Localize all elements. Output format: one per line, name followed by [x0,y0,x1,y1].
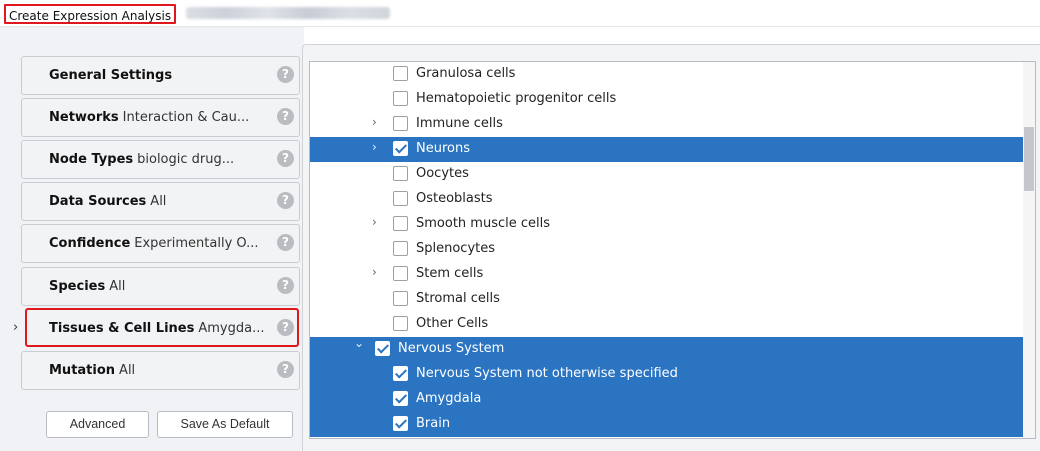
tree-row-label: Nervous System [398,341,505,356]
checkbox-checked[interactable] [393,141,408,156]
help-icon[interactable]: ? [277,234,294,251]
nav-item-summary: Experimentally O... [134,236,259,251]
chevron-right-icon[interactable]: › [372,140,377,154]
checkbox[interactable] [393,66,408,81]
tree-row-label: Amygdala [416,391,482,406]
tree-row[interactable]: Other Cells [310,312,1025,337]
nav-item-summary: biologic drug... [137,152,235,167]
nav-item-general-settings[interactable]: General Settings? [21,56,300,95]
chevron-right-icon[interactable]: › [372,115,377,129]
chevron-right-icon: › [13,320,19,335]
tree-row[interactable]: › Immune cells [310,112,1025,137]
chevron-right-icon[interactable]: › [372,265,377,279]
tree-scrollbar-thumb[interactable] [1024,127,1034,191]
tree-row-label: Hematopoietic progenitor cells [416,91,617,106]
nav-item-title: Confidence [49,236,131,251]
tree-row[interactable]: › Smooth muscle cells [310,212,1025,237]
chevron-right-icon[interactable]: › [372,215,377,229]
tree-row[interactable]: ⌄ Nervous System [310,336,1025,362]
tree-row-label: Other Cells [416,316,489,331]
help-icon[interactable]: ? [277,192,294,209]
tree-row-label: Brain [416,416,451,431]
tree-row[interactable]: › Stem cells [310,262,1025,287]
checkbox[interactable] [393,216,408,231]
checkbox[interactable] [393,91,408,106]
tree-row[interactable]: Stromal cells [310,287,1025,312]
tree-row-label: Granulosa cells [416,66,516,81]
tree-row-label: Neurons [416,141,470,156]
nav-item-label: Networks Interaction & Cau... [49,110,279,125]
checkbox[interactable] [393,291,408,306]
nav-item-title: Networks [49,110,119,125]
nav-item-label: Data Sources All [49,194,279,209]
tree-row-label: Splenocytes [416,241,496,256]
tree-row-label: Oocytes [416,166,469,181]
checkbox-checked[interactable] [393,391,408,406]
nav-item-summary: All [150,194,167,209]
tree-row-label: Stem cells [416,266,484,281]
tree-row[interactable]: Hematopoietic progenitor cells [310,87,1025,112]
checkbox[interactable] [393,166,408,181]
nav-item-title: Node Types [49,152,134,167]
tree-row[interactable]: Splenocytes [310,237,1025,262]
nav-item-label: General Settings [49,68,279,83]
tree-row-label: Smooth muscle cells [416,216,550,231]
checkbox[interactable] [393,241,408,256]
tissue-tree[interactable]: Granulosa cells Hematopoietic progenitor … [309,61,1036,439]
checkbox[interactable] [393,191,408,206]
nav-item-confidence[interactable]: Confidence Experimentally O...? [21,224,300,263]
help-icon[interactable]: ? [277,319,294,336]
tree-row-label: Osteoblasts [416,191,493,206]
checkbox[interactable] [393,316,408,331]
window-title: Create Expression Analysis [4,4,177,24]
nav-item-summary: All [109,279,126,294]
nav-item-title: Mutation [49,363,116,378]
tree-row-label: Nervous System not otherwise specified [416,366,678,381]
nav-item-tissues-cell-lines[interactable]: › Tissues & Cell Lines Amygda...? [13,308,299,347]
tree-row[interactable]: Nervous System not otherwise specified [310,362,1025,387]
tree-row-label: Immune cells [416,116,503,131]
nav-item-title: General Settings [49,68,173,83]
tree-scrollbar-track[interactable] [1023,62,1035,438]
tree-row[interactable]: Oocytes [310,162,1025,187]
nav-item-title: Species [49,279,106,294]
nav-item-summary: Amygda... [198,321,265,336]
chevron-down-icon[interactable]: ⌄ [354,336,364,350]
nav-item-label: Node Types biologic drug... [49,152,279,167]
nav-item-title: Tissues & Cell Lines [49,321,195,336]
tree-row[interactable]: Granulosa cells [310,62,1025,87]
save-as-default-button[interactable]: Save As Default [157,411,293,438]
nav-item-label: Tissues & Cell Lines Amygda... [49,321,279,336]
help-icon[interactable]: ? [277,66,294,83]
checkbox[interactable] [393,266,408,281]
nav-item-species[interactable]: Species All? [21,267,300,306]
nav-item-node-types[interactable]: Node Types biologic drug...? [21,140,300,179]
window-subtitle-obscured [186,7,390,19]
checkbox-checked[interactable] [393,416,408,431]
advanced-button[interactable]: Advanced [46,411,149,438]
checkbox-checked[interactable] [375,341,390,356]
help-icon[interactable]: ? [277,277,294,294]
tree-row[interactable]: Amygdala [310,387,1025,412]
checkbox-checked[interactable] [393,366,408,381]
help-icon[interactable]: ? [277,361,294,378]
nav-item-title: Data Sources [49,194,147,209]
tree-row[interactable]: Brain [310,412,1025,437]
nav-item-label: Confidence Experimentally O... [49,236,279,251]
title-bar: Create Expression Analysis [0,0,1040,26]
tree-row-label: Stromal cells [416,291,500,306]
help-icon[interactable]: ? [277,150,294,167]
nav-item-summary: Interaction & Cau... [122,110,250,125]
nav-item-summary: All [119,363,136,378]
tree-row[interactable]: › Neurons [310,137,1025,162]
tree-row[interactable]: Osteoblasts [310,187,1025,212]
nav-item-networks[interactable]: Networks Interaction & Cau...? [21,98,300,137]
help-icon[interactable]: ? [277,108,294,125]
nav-item-label: Mutation All [49,363,279,378]
checkbox[interactable] [393,116,408,131]
nav-item-mutation[interactable]: Mutation All? [21,351,300,390]
nav-item-label: Species All [49,279,279,294]
nav-item-data-sources[interactable]: Data Sources All? [21,182,300,221]
